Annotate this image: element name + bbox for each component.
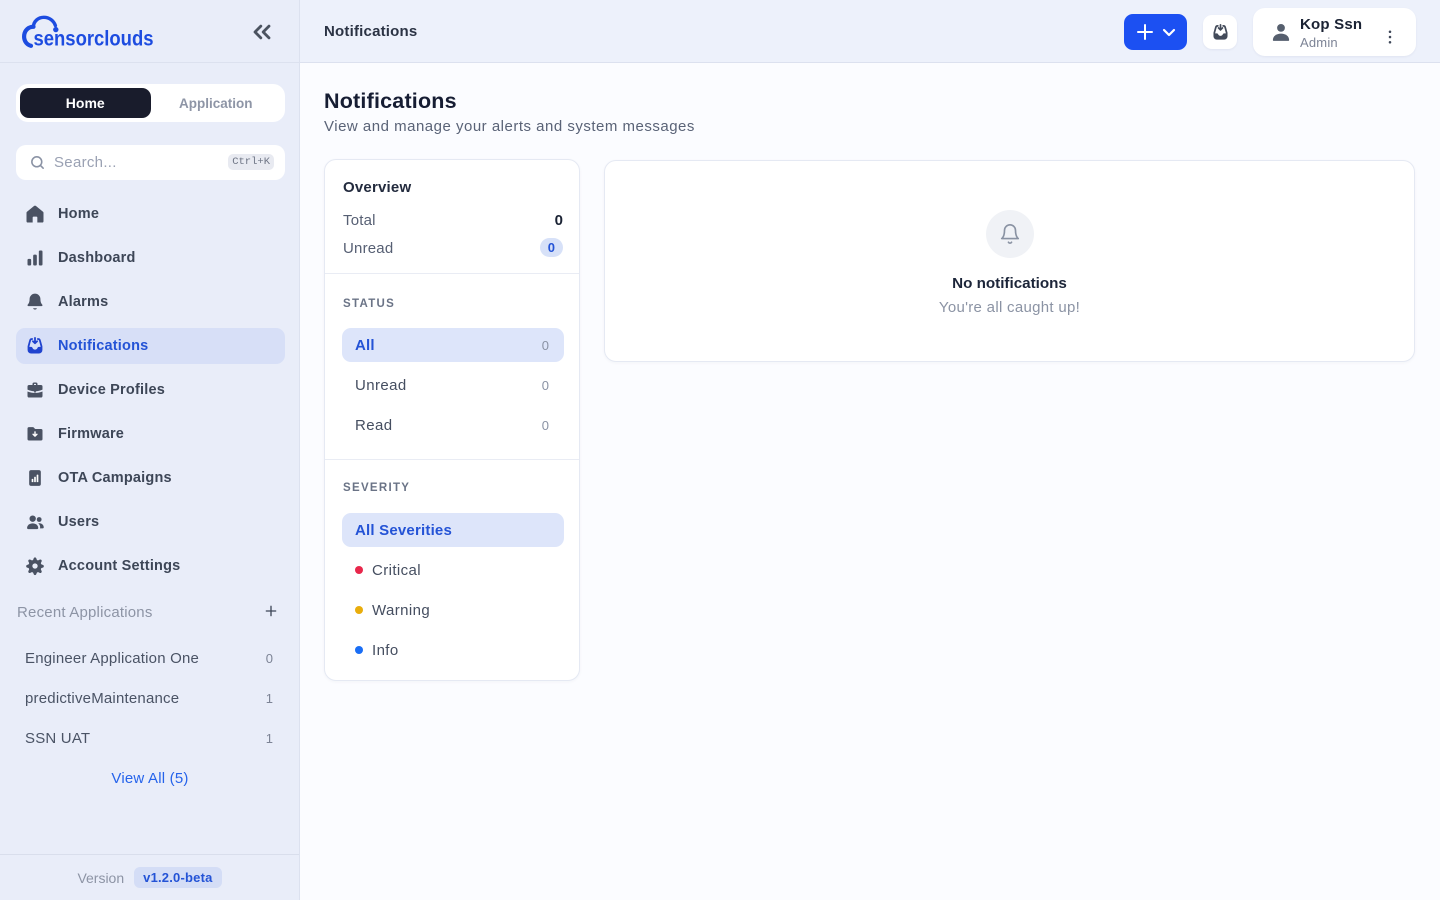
- svg-text:sensorclouds: sensorclouds: [34, 28, 154, 51]
